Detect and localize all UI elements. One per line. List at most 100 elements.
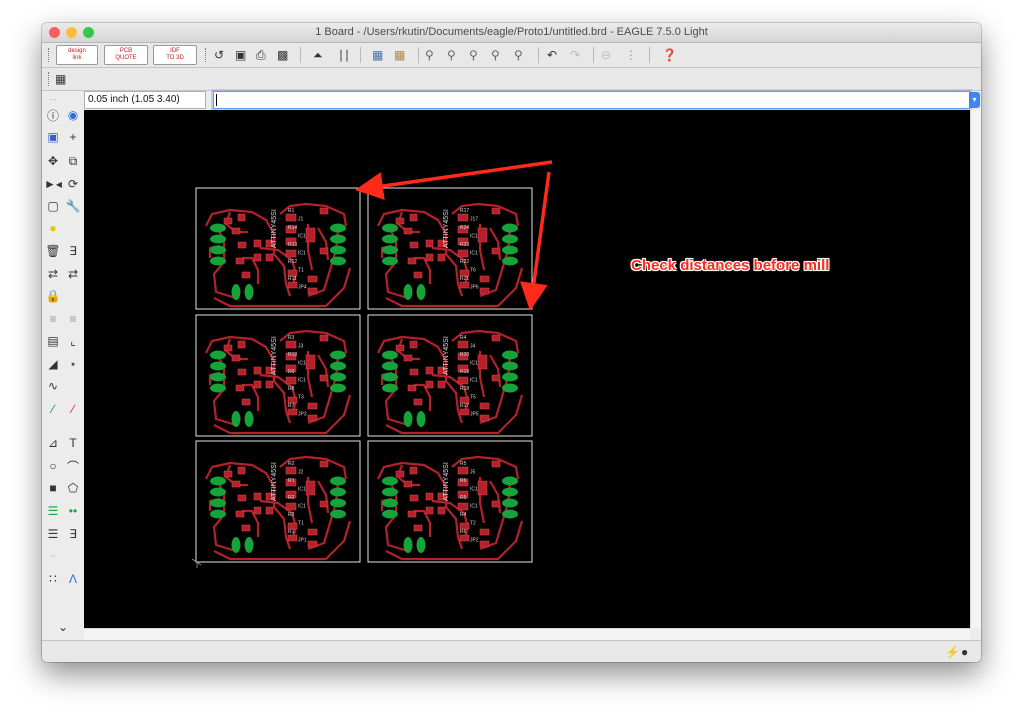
change-icon[interactable]: 🔧 — [65, 198, 81, 214]
component-label: R18 — [460, 386, 469, 392]
print-icon[interactable]: ⎙ — [256, 46, 266, 64]
replace-icon[interactable]: ⇄ — [45, 266, 61, 282]
polygon-icon[interactable]: ⬠ — [65, 480, 81, 496]
autoroute-icon[interactable]: ∕ — [65, 401, 81, 417]
lightning-icon[interactable]: ⚡ — [945, 643, 960, 661]
redo-icon[interactable]: ↷ — [570, 46, 580, 64]
board-drawing[interactable]: R1J1R14IC1R13IC1R12T1R11JP4ATTINY45SI R17… — [84, 110, 970, 628]
route-icon[interactable]: ⋆ — [65, 356, 81, 372]
toolbar-grip[interactable] — [48, 48, 51, 62]
horizontal-scrollbar[interactable] — [84, 628, 970, 640]
stop-icon[interactable]: ⊖ — [601, 46, 611, 64]
display-icon[interactable]: ▣ — [45, 129, 61, 145]
component-label: R4 — [460, 512, 467, 518]
attribute-icon[interactable]: ∃ — [65, 526, 81, 542]
copper-trace — [317, 480, 330, 514]
smd-pad — [223, 344, 233, 352]
idf-to-3d-button[interactable]: IDF TO 3D — [153, 45, 197, 65]
toolbar-grip[interactable]: ⋯ — [45, 91, 61, 107]
help-icon[interactable]: ❓ — [662, 46, 677, 64]
component-label: R19 — [460, 369, 469, 375]
grid-icon[interactable]: ▦ — [55, 70, 66, 88]
mirror-icon[interactable]: ►◂ — [44, 176, 62, 192]
lock-icon[interactable]: 🔒 — [45, 288, 61, 304]
mark-icon[interactable]: + — [65, 129, 81, 145]
wire-icon[interactable]: ⊿ — [45, 435, 61, 451]
group-icon[interactable]: ▢ — [45, 198, 61, 214]
hole-icon[interactable]: ☰ — [45, 526, 61, 542]
vertical-scrollbar[interactable] — [970, 110, 981, 628]
zoom-fit-icon[interactable]: ⚲ — [425, 46, 434, 64]
expand-toolbar-icon[interactable]: ⌄ — [55, 619, 71, 635]
script-icon[interactable]: ⏶ — [313, 46, 323, 64]
value-icon[interactable]: ≡ — [65, 311, 81, 327]
meander-icon[interactable]: ∿ — [45, 378, 61, 394]
miter-icon[interactable]: ⌞ — [65, 333, 81, 349]
smd-pad — [409, 466, 418, 475]
delete-icon[interactable]: 🗑 — [45, 243, 61, 259]
ulp-icon[interactable]: ∣∣ — [338, 46, 350, 64]
split-icon[interactable]: ▤ — [45, 333, 61, 349]
zoom-select-icon[interactable]: ⚲ — [514, 46, 523, 64]
component-label: IC1 — [470, 378, 478, 384]
paste-icon[interactable]: ● — [45, 220, 61, 236]
component-label: IC1 — [470, 251, 478, 257]
smd-pad — [253, 492, 262, 501]
open-icon[interactable]: ↺ — [214, 46, 224, 64]
th-pad — [502, 223, 518, 233]
dimension-icon[interactable]: ⋯ — [45, 548, 61, 564]
title-bar: 1 Board - /Users/rkutin/Documents/eagle/… — [42, 23, 981, 43]
design-link-label: design link — [68, 48, 86, 61]
undo-icon[interactable]: ↶ — [547, 46, 557, 64]
rect-icon[interactable]: ■ — [45, 480, 61, 496]
smash-icon[interactable]: ≡ — [45, 311, 61, 327]
th-pad — [382, 223, 398, 233]
smd-pad — [425, 492, 434, 501]
smd-pad — [237, 466, 246, 475]
signal-icon[interactable]: •• — [65, 503, 81, 519]
smd-pad — [241, 524, 251, 532]
text-icon[interactable]: T — [65, 435, 81, 451]
zoom-out-icon[interactable]: ⚲ — [469, 46, 478, 64]
ratsnest-icon[interactable]: ∷ — [45, 571, 61, 587]
th-pad — [330, 509, 346, 519]
smd-pad — [491, 247, 501, 255]
go-icon[interactable]: ⋮ — [625, 46, 637, 64]
layer-select-icon[interactable]: ▦ — [394, 46, 405, 64]
name-icon[interactable]: ⇄ — [65, 266, 81, 282]
info-icon[interactable]: ⓘ — [45, 107, 61, 123]
save-icon[interactable]: ▣ — [235, 46, 246, 64]
cam-icon[interactable]: ▩ — [277, 46, 288, 64]
via-icon[interactable]: ☰ — [45, 503, 61, 519]
rotate-icon[interactable]: ⟳ — [65, 176, 81, 192]
toolbar-grip[interactable] — [205, 48, 208, 62]
arc-icon[interactable]: ⌒ — [65, 458, 81, 474]
show-icon[interactable]: ◉ — [65, 107, 81, 123]
board-canvas[interactable]: R1 J1 R14 IC1 R13 IC1 R12 T1 R11 JP4 ATTINY45SI R17… — [84, 110, 970, 628]
drc-icon[interactable]: Λ — [65, 571, 81, 587]
smd-pad — [437, 253, 446, 262]
move-icon[interactable]: ✥ — [45, 153, 61, 169]
ripup-icon[interactable]: ∕ — [45, 401, 61, 417]
stop-command-icon[interactable]: ● — [961, 643, 968, 661]
circle-icon[interactable]: ○ — [45, 458, 61, 474]
zoom-redraw-icon[interactable]: ⚲ — [491, 46, 500, 64]
copy-icon[interactable]: ⧉ — [65, 153, 81, 169]
optimize-icon[interactable]: ◢ — [45, 356, 61, 372]
component-label: R9 — [288, 369, 295, 375]
smd-pad — [265, 506, 274, 515]
smd-pad — [413, 271, 423, 279]
toolbar-grip[interactable] — [48, 72, 51, 86]
annotation-arrow-down — [519, 171, 551, 311]
zoom-in-icon[interactable]: ⚲ — [447, 46, 456, 64]
command-history-dropdown[interactable]: ▾ — [969, 92, 980, 108]
smd-pad — [223, 217, 233, 225]
layers-icon[interactable]: ▦ — [372, 46, 383, 64]
component-label: R23 — [460, 242, 469, 248]
design-link-button[interactable]: design link — [56, 45, 98, 65]
pcb-quote-button[interactable]: PCB QUOTE — [104, 45, 148, 65]
command-line-input[interactable]: ▾ — [213, 91, 980, 109]
component-label: R14 — [288, 225, 297, 231]
component-label: JP5 — [470, 412, 479, 418]
add-icon[interactable]: ∃ — [65, 243, 81, 259]
